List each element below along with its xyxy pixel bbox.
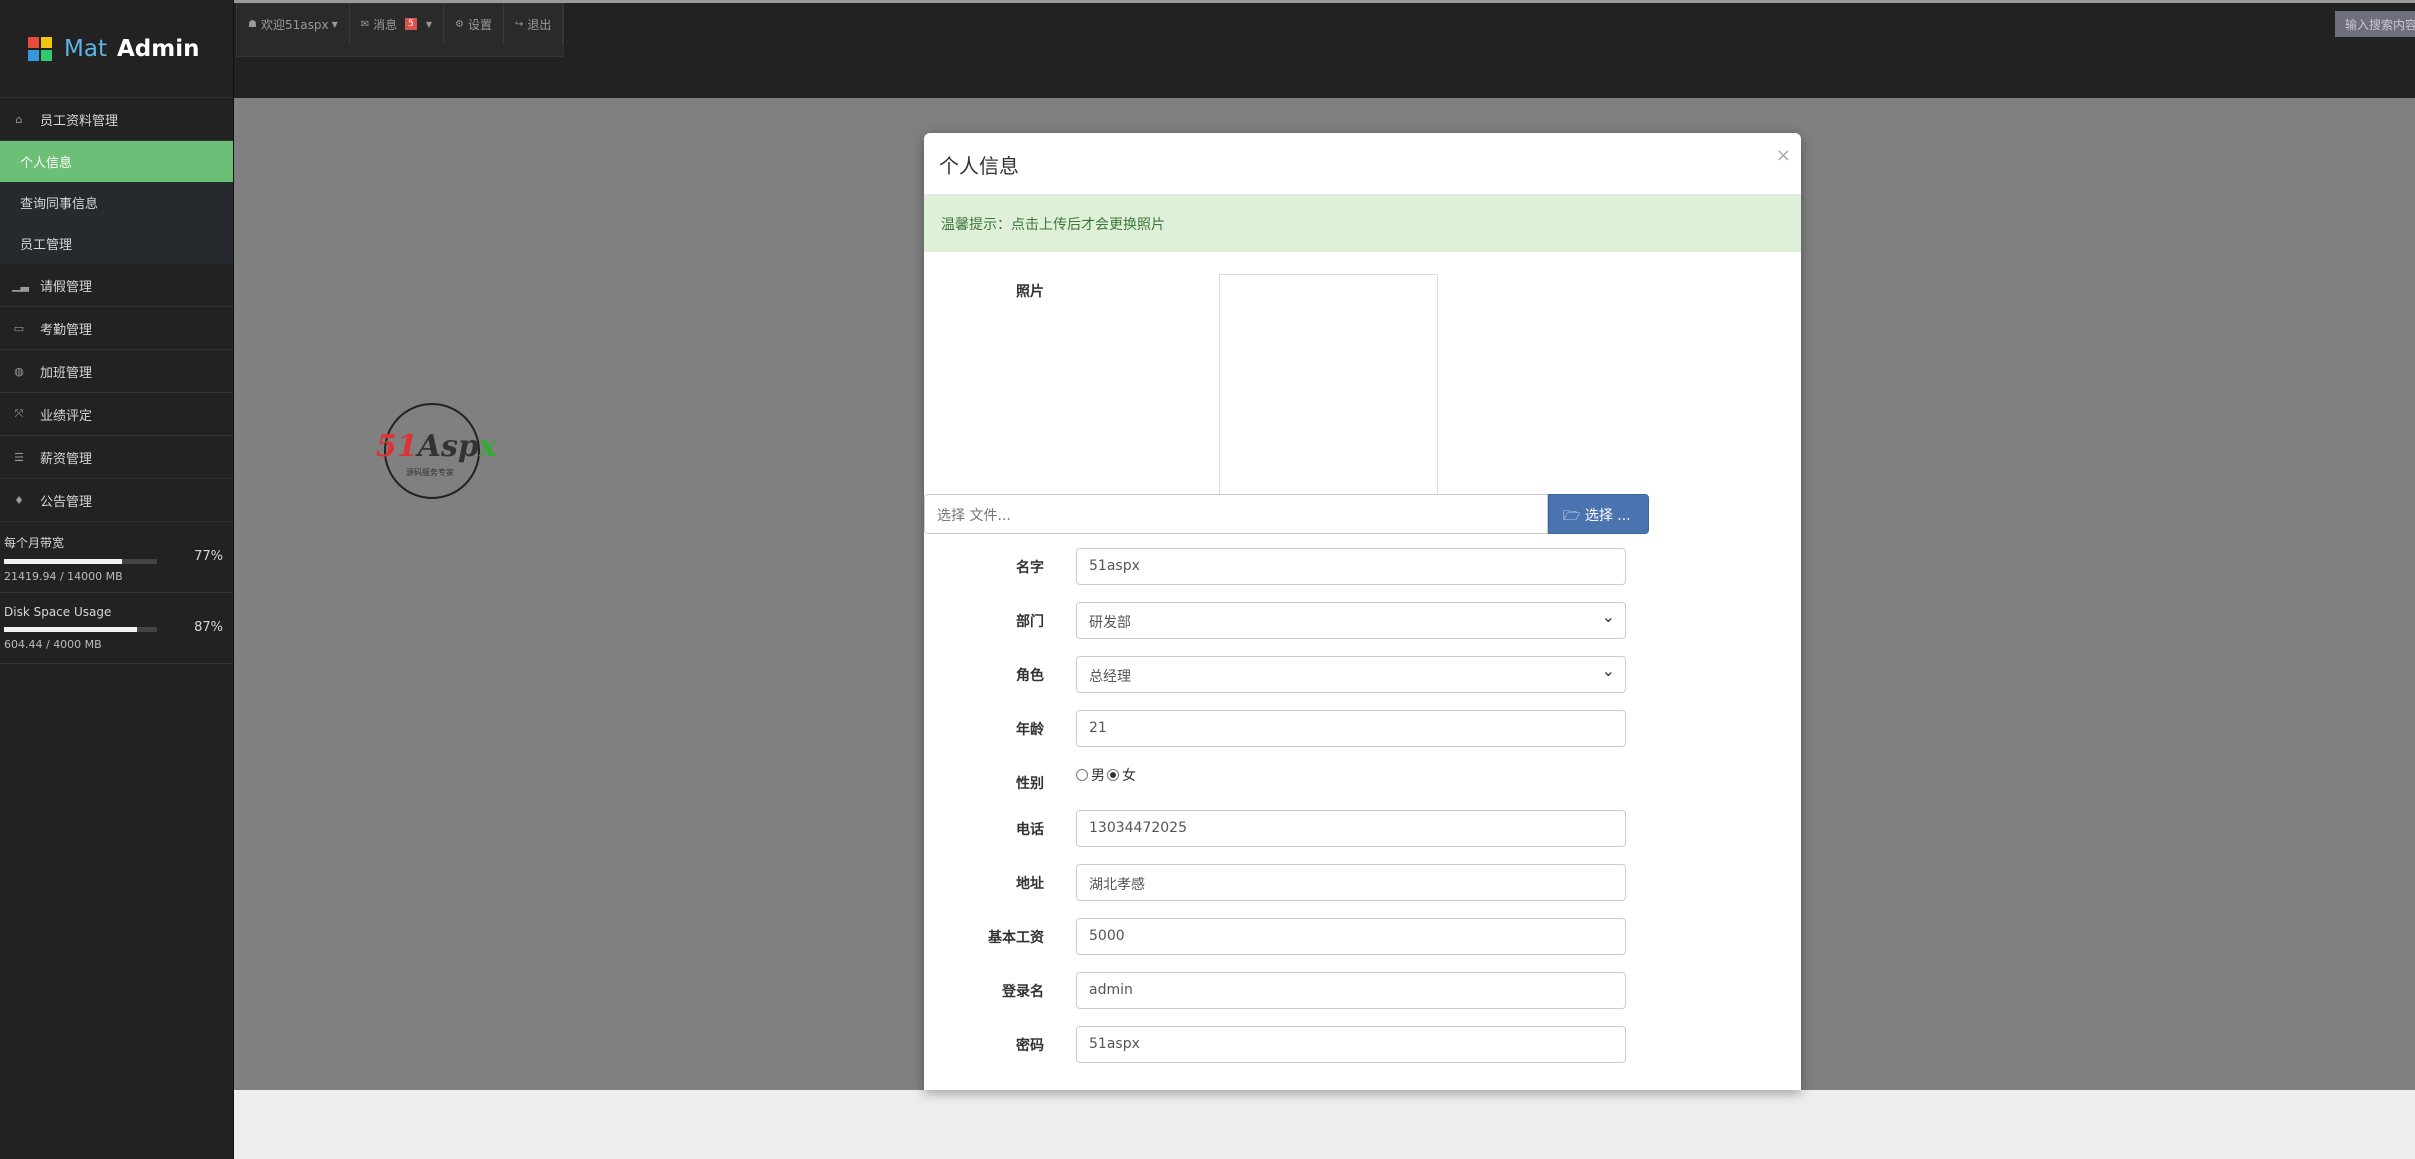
gender-male-label: 男 [1091,768,1105,784]
address-label: 地址 [1016,876,1044,892]
brand-logo-icon [28,36,52,61]
usage-detail: 604.44 / 4000 MB [4,638,102,651]
user-icon: ☗ [248,18,257,30]
fire-icon: ♦ [14,493,24,507]
home-icon: ⌂ [15,112,23,126]
gender-label: 性别 [1016,776,1044,792]
phone-label: 电话 [1016,822,1044,838]
usage-fill [4,627,138,632]
login-label: 登录名 [1002,984,1044,1000]
gender-female-label: 女 [1122,768,1136,784]
top-menu: ☗ 欢迎51aspx ▼ ✉ 消息 5 ▼ ⚙ 设置 ↪ 退出 [236,3,565,57]
sidebar-item-label: 员工资料管理 [40,113,119,129]
password-label: 密码 [1016,1038,1044,1054]
sidebar: Mat Admin ⌂ 员工资料管理 个人信息 查询同事信息 员工管理 ▁▃ 请… [0,0,234,1159]
sidebar-item-attendance[interactable]: ▭ 考勤管理 [0,307,233,350]
sidebar-item-label: 公告管理 [40,494,93,510]
age-label: 年龄 [1016,722,1044,738]
role-label: 角色 [1016,668,1044,684]
role-select[interactable]: 总经理 [1076,656,1626,693]
gender-male-radio[interactable] [1076,769,1088,781]
sidebar-item-label: 加班管理 [40,365,93,381]
caret-down-icon: ▼ [331,19,338,29]
close-icon[interactable]: × [1776,145,1791,166]
age-input[interactable]: 21 [1076,710,1626,747]
brand-mat: Mat [64,35,107,62]
sidebar-item-employee-mgmt[interactable]: ⌂ 员工资料管理 [0,98,233,141]
sidebar-item-query-colleague[interactable]: 查询同事信息 [0,182,233,223]
sidebar-item-notice[interactable]: ♦ 公告管理 [0,479,233,522]
tip-alert: 温馨提示：点击上传后才会更换照片 [924,195,1801,252]
brand[interactable]: Mat Admin [0,0,233,98]
caret-down-icon: ▼ [425,19,433,29]
settings-label: 设置 [468,17,493,32]
gear-icon: ⚙ [455,18,464,30]
phone-input[interactable]: 13034472025 [1076,810,1626,847]
sidebar-item-leave[interactable]: ▁▃ 请假管理 [0,264,233,307]
logout-label: 退出 [527,17,552,32]
photo-label: 照片 [1016,284,1044,300]
sidebar-item-employee-admin[interactable]: 员工管理 [0,223,233,264]
settings-link[interactable]: ⚙ 设置 [444,4,505,44]
usage-bar [4,627,157,632]
usage-detail: 21419.94 / 14000 MB [4,570,123,583]
photo-preview [1219,274,1438,495]
file-input[interactable]: 选择 文件... [924,494,1548,534]
signal-icon: ▁▃ [12,278,29,292]
page-footer [234,1090,2415,1159]
messages-label: 消息 [373,17,398,32]
usage-percent: 87% [194,620,223,635]
dept-label: 部门 [1016,614,1044,630]
file-upload: 选择 文件... 🗁 选择 ... [924,494,1650,534]
search-input[interactable]: 输入搜索内容 [2335,11,2415,37]
fullscreen-icon: ⤧ [14,407,24,420]
modal-header: 个人信息 × [924,133,1801,195]
share-icon: ↪ [515,18,524,30]
envelope-icon: ✉ [360,18,370,30]
top-navbar: ☗ 欢迎51aspx ▼ ✉ 消息 5 ▼ ⚙ 设置 ↪ 退出 输入搜索内容 [234,0,2415,98]
usage-label: Disk Space Usage [4,605,112,619]
globe-icon: ◍ [14,364,24,378]
sidebar-item-salary[interactable]: ☰ 薪资管理 [0,436,233,479]
sidebar-item-label: 薪资管理 [40,451,93,467]
password-input[interactable]: 51aspx [1076,1026,1626,1063]
sidebar-item-personal-info[interactable]: 个人信息 [0,141,233,182]
login-input[interactable]: admin [1076,972,1626,1009]
sidebar-item-performance[interactable]: ⤧ 业绩评定 [0,393,233,436]
dept-select[interactable]: 研发部 [1076,602,1626,639]
sidebar-item-label: 请假管理 [40,279,93,295]
welcome-label: 欢迎51aspx [260,17,329,32]
folder-open-icon: 🗁 [1563,508,1581,524]
sidebar-item-label: 业绩评定 [40,408,93,424]
sidebar-submenu: 个人信息 查询同事信息 员工管理 [0,141,233,264]
address-input[interactable]: 湖北孝感 [1076,864,1626,901]
salary-label: 基本工资 [988,930,1044,946]
51aspx-logo: 51Aspx 源码服务专家 [376,403,497,499]
list-icon: ☰ [14,450,24,464]
personal-info-modal: 个人信息 × 温馨提示：点击上传后才会更换照片 照片 选择 文件... 🗁 选择… [924,133,1801,1090]
sidebar-item-label: 考勤管理 [40,322,93,338]
bandwidth-usage: 每个月带宽 21419.94 / 14000 MB 77% [0,522,233,593]
gender-radios: 男 女 [1076,765,1138,785]
messages-dropdown[interactable]: ✉ 消息 5 ▼ [350,4,445,44]
logout-link[interactable]: ↪ 退出 [504,4,564,44]
choose-file-button[interactable]: 🗁 选择 ... [1548,494,1649,534]
salary-input[interactable]: 5000 [1076,918,1626,955]
usage-fill [4,559,122,564]
inbox-icon: ▭ [13,321,25,335]
name-input[interactable]: 51aspx [1076,548,1626,585]
usage-percent: 77% [194,549,223,564]
gender-female-radio[interactable] [1107,769,1119,781]
welcome-dropdown[interactable]: ☗ 欢迎51aspx ▼ [237,4,350,44]
modal-title: 个人信息 [939,154,1019,178]
message-count-badge: 5 [405,18,417,30]
usage-bar [4,559,157,564]
sidebar-nav: ⌂ 员工资料管理 个人信息 查询同事信息 员工管理 ▁▃ 请假管理 ▭ 考勤管理… [0,98,233,664]
sidebar-item-overtime[interactable]: ◍ 加班管理 [0,350,233,393]
choose-file-label: 选择 ... [1584,508,1631,524]
brand-admin: Admin [116,35,200,62]
disk-usage: Disk Space Usage 604.44 / 4000 MB 87% [0,593,233,664]
name-label: 名字 [1016,560,1044,576]
